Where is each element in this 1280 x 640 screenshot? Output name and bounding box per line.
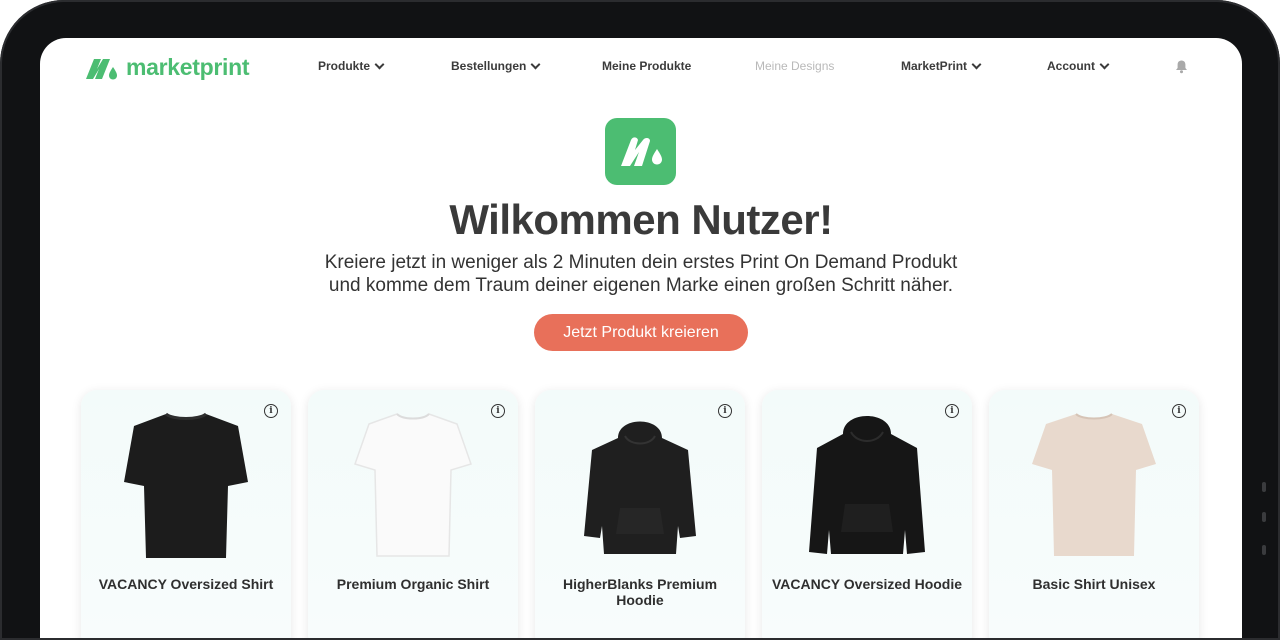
- nav-label: MarketPrint: [901, 59, 968, 73]
- nav-label: Bestellungen: [451, 59, 527, 73]
- nav-bestellungen[interactable]: Bestellungen: [451, 59, 541, 73]
- app-logo-icon: [605, 118, 676, 185]
- chevron-down-icon: [971, 59, 982, 69]
- chevron-down-icon: [530, 59, 541, 69]
- chevron-down-icon: [1099, 59, 1110, 69]
- side-button: [1262, 512, 1266, 522]
- product-card[interactable]: i Basic Shirt Unisex: [989, 390, 1199, 638]
- product-card[interactable]: i VACANCY Oversized Shirt: [81, 390, 291, 638]
- black-tshirt-icon: [81, 408, 291, 568]
- white-tshirt-icon: [308, 408, 518, 568]
- top-navbar: marketprint Produkte Bestellungen Meine …: [40, 38, 1242, 96]
- hero-subtitle: Kreiere jetzt in weniger als 2 Minuten d…: [324, 252, 958, 273]
- nav-meine-designs[interactable]: Meine Designs: [755, 59, 834, 73]
- nav-label: Account: [1047, 59, 1095, 73]
- screen: marketprint Produkte Bestellungen Meine …: [40, 38, 1242, 638]
- product-name: VACANCY Oversized Hoodie: [771, 576, 963, 592]
- welcome-heading: Wilkommen Nutzer!: [449, 196, 833, 243]
- nav-account[interactable]: Account: [1047, 59, 1110, 73]
- nav-label: Meine Produkte: [602, 59, 692, 73]
- product-card[interactable]: i Premium Organic Shirt: [308, 390, 518, 638]
- side-button: [1262, 545, 1266, 555]
- product-name: VACANCY Oversized Shirt: [98, 576, 274, 592]
- product-name: Basic Shirt Unisex: [1032, 576, 1156, 592]
- product-card[interactable]: i VACANCY Oversized Hoodie: [762, 390, 972, 638]
- nav-meine-produkte[interactable]: Meine Produkte: [602, 59, 691, 73]
- brand-name: marketprint: [126, 54, 250, 80]
- beige-tshirt-icon: [989, 408, 1199, 568]
- chevron-down-icon: [374, 59, 385, 69]
- bell-icon[interactable]: [1175, 59, 1188, 79]
- nav-produkte[interactable]: Produkte: [318, 59, 385, 73]
- black-hoodie-icon: [762, 408, 972, 568]
- nav-label: Produkte: [318, 59, 371, 73]
- nav-label: Meine Designs: [755, 59, 835, 73]
- marketprint-logo-icon: [86, 58, 117, 79]
- hero-subtitle: und komme dem Traum deiner eigenen Marke…: [328, 275, 954, 296]
- black-hoodie-icon: [535, 408, 745, 568]
- side-button: [1262, 482, 1266, 492]
- nav-marketprint[interactable]: MarketPrint: [901, 59, 982, 73]
- product-card[interactable]: i HigherBlanks Premium Hoodie: [535, 390, 745, 638]
- tablet-frame: marketprint Produkte Bestellungen Meine …: [0, 0, 1280, 640]
- brand-logo[interactable]: marketprint: [84, 54, 250, 81]
- product-name: HigherBlanks Premium Hoodie: [562, 576, 718, 608]
- create-product-button[interactable]: Jetzt Produkt kreieren: [534, 314, 748, 351]
- product-name: Premium Organic Shirt: [336, 576, 490, 592]
